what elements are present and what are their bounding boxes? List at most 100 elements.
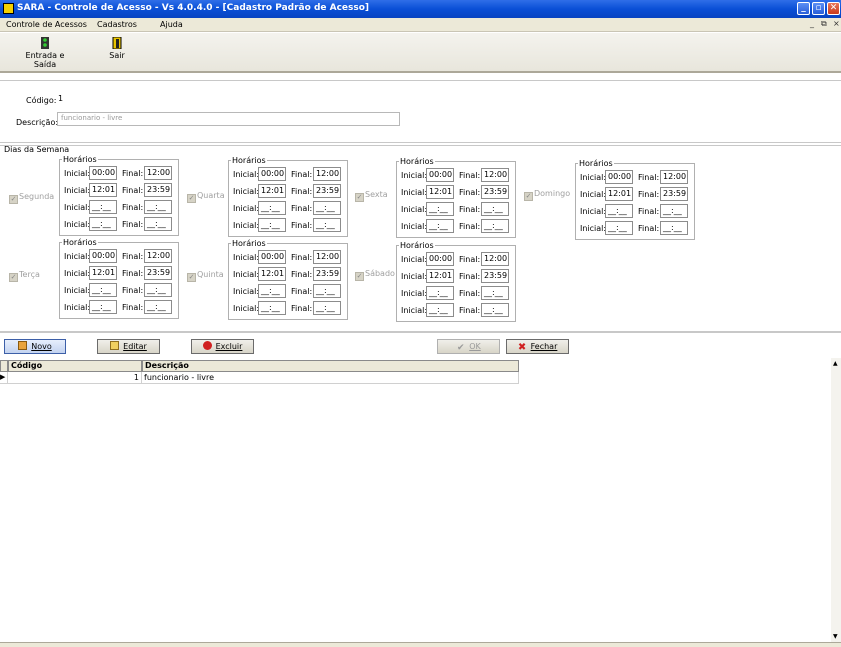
terca-final-3[interactable]: __:__ — [144, 283, 172, 297]
final-label: Final: — [122, 269, 144, 278]
sabado-inicial-4[interactable]: __:__ — [426, 303, 454, 317]
final-label: Final: — [291, 170, 313, 179]
mdi-close-icon[interactable]: × — [833, 19, 840, 28]
terca-final-1[interactable]: 12:00 — [144, 249, 172, 263]
sexta-final-2[interactable]: 23:59 — [481, 185, 509, 199]
quarta-inicial-4[interactable]: __:__ — [258, 218, 286, 232]
domingo-final-1[interactable]: 12:00 — [660, 170, 688, 184]
checkbox-segunda[interactable]: ✓ Segunda — [9, 192, 54, 204]
quinta-inicial-2[interactable]: 12:01 — [258, 267, 286, 281]
terca-inicial-3[interactable]: __:__ — [89, 283, 117, 297]
domingo-inicial-4[interactable]: __:__ — [605, 221, 633, 235]
sabado-final-4[interactable]: __:__ — [481, 303, 509, 317]
sexta-final-1[interactable]: 12:00 — [481, 168, 509, 182]
checkbox-terca[interactable]: ✓ Terça — [9, 270, 40, 282]
segunda-final-4[interactable]: __:__ — [144, 217, 172, 231]
close-button[interactable]: ✕ — [827, 2, 840, 15]
mdi-minimize-icon[interactable]: _ — [810, 19, 814, 28]
vertical-scrollbar[interactable]: ▲ ▼ — [831, 358, 841, 642]
terca-inicial-1[interactable]: 00:00 — [89, 249, 117, 263]
segunda-inicial-1[interactable]: 00:00 — [89, 166, 117, 180]
quinta-final-1[interactable]: 12:00 — [313, 250, 341, 264]
inicial-label: Inicial: — [233, 221, 260, 230]
sexta-inicial-2[interactable]: 12:01 — [426, 185, 454, 199]
sabado-inicial-3[interactable]: __:__ — [426, 286, 454, 300]
quarta-final-1[interactable]: 12:00 — [313, 167, 341, 181]
sabado-final-3[interactable]: __:__ — [481, 286, 509, 300]
segunda-final-3[interactable]: __:__ — [144, 200, 172, 214]
segunda-inicial-4[interactable]: __:__ — [89, 217, 117, 231]
domingo-inicial-3[interactable]: __:__ — [605, 204, 633, 218]
final-label: Final: — [122, 203, 144, 212]
segunda-final-1[interactable]: 12:00 — [144, 166, 172, 180]
menu-ajuda[interactable]: Ajuda — [160, 20, 183, 29]
final-label: Final: — [291, 221, 313, 230]
excluir-button[interactable]: Excluir — [191, 339, 254, 354]
menu-controle-acessos[interactable]: Controle de Acessos — [6, 20, 87, 29]
segunda-inicial-2[interactable]: 12:01 — [89, 183, 117, 197]
sexta-inicial-4[interactable]: __:__ — [426, 219, 454, 233]
descricao-field[interactable]: funcionario - livre — [57, 112, 400, 126]
entrada-saida-button[interactable]: Entrada e Saída — [14, 37, 76, 69]
quarta-final-3[interactable]: __:__ — [313, 201, 341, 215]
quinta-inicial-3[interactable]: __:__ — [258, 284, 286, 298]
fechar-button[interactable]: ✖ Fechar — [506, 339, 569, 354]
horarios-title: Horários — [399, 241, 435, 250]
sabado-final-2[interactable]: 23:59 — [481, 269, 509, 283]
ok-button[interactable]: ✔ OK — [437, 339, 500, 354]
inicial-label: Inicial: — [64, 169, 91, 178]
checkbox-domingo[interactable]: ✓ Domingo — [524, 189, 570, 201]
quinta-final-3[interactable]: __:__ — [313, 284, 341, 298]
table-cell-descricao[interactable]: funcionario - livre — [142, 372, 519, 384]
sabado-final-1[interactable]: 12:00 — [481, 252, 509, 266]
quarta-inicial-3[interactable]: __:__ — [258, 201, 286, 215]
novo-button[interactable]: Novo — [4, 339, 66, 354]
domingo-inicial-1[interactable]: 00:00 — [605, 170, 633, 184]
scroll-up-icon[interactable]: ▲ — [833, 360, 838, 367]
terca-inicial-4[interactable]: __:__ — [89, 300, 117, 314]
quinta-final-2[interactable]: 23:59 — [313, 267, 341, 281]
column-header-descricao[interactable]: Descrição — [142, 360, 519, 372]
sexta-inicial-3[interactable]: __:__ — [426, 202, 454, 216]
horarios-title: Horários — [578, 159, 614, 168]
inicial-label: Inicial: — [64, 203, 91, 212]
quarta-inicial-2[interactable]: 12:01 — [258, 184, 286, 198]
scroll-down-icon[interactable]: ▼ — [833, 633, 838, 640]
table-cell-codigo[interactable]: 1 — [8, 372, 142, 384]
maximize-button[interactable]: ▫ — [812, 2, 825, 15]
sexta-final-4[interactable]: __:__ — [481, 219, 509, 233]
sabado-inicial-2[interactable]: 12:01 — [426, 269, 454, 283]
domingo-final-4[interactable]: __:__ — [660, 221, 688, 235]
codigo-label: Código: — [26, 96, 57, 105]
checkbox-quarta[interactable]: ✓ Quarta — [187, 191, 225, 203]
checkbox-sabado[interactable]: ✓ Sábado — [355, 269, 395, 281]
terca-final-4[interactable]: __:__ — [144, 300, 172, 314]
terca-final-2[interactable]: 23:59 — [144, 266, 172, 280]
menu-cadastros[interactable]: Cadastros — [97, 20, 137, 29]
quinta-inicial-4[interactable]: __:__ — [258, 301, 286, 315]
column-header-codigo[interactable]: Código — [8, 360, 142, 372]
horarios-title: Horários — [399, 157, 435, 166]
sabado-inicial-1[interactable]: 00:00 — [426, 252, 454, 266]
sair-button[interactable]: Sair — [106, 37, 128, 60]
domingo-final-3[interactable]: __:__ — [660, 204, 688, 218]
sexta-final-3[interactable]: __:__ — [481, 202, 509, 216]
mdi-restore-icon[interactable]: ⧉ — [821, 19, 827, 29]
terca-inicial-2[interactable]: 12:01 — [89, 266, 117, 280]
row-selector-icon[interactable]: ▶ — [0, 372, 8, 384]
minimize-button[interactable]: _ — [797, 2, 810, 15]
domingo-final-2[interactable]: 23:59 — [660, 187, 688, 201]
quarta-final-2[interactable]: 23:59 — [313, 184, 341, 198]
segunda-final-2[interactable]: 23:59 — [144, 183, 172, 197]
quinta-final-4[interactable]: __:__ — [313, 301, 341, 315]
domingo-inicial-2[interactable]: 12:01 — [605, 187, 633, 201]
quarta-inicial-1[interactable]: 00:00 — [258, 167, 286, 181]
checkbox-quinta[interactable]: ✓ Quinta — [187, 270, 224, 282]
quinta-inicial-1[interactable]: 00:00 — [258, 250, 286, 264]
checkbox-sexta[interactable]: ✓ Sexta — [355, 190, 388, 202]
editar-button[interactable]: Editar — [97, 339, 160, 354]
sexta-inicial-1[interactable]: 00:00 — [426, 168, 454, 182]
quarta-final-4[interactable]: __:__ — [313, 218, 341, 232]
segunda-inicial-3[interactable]: __:__ — [89, 200, 117, 214]
final-label: Final: — [459, 188, 481, 197]
